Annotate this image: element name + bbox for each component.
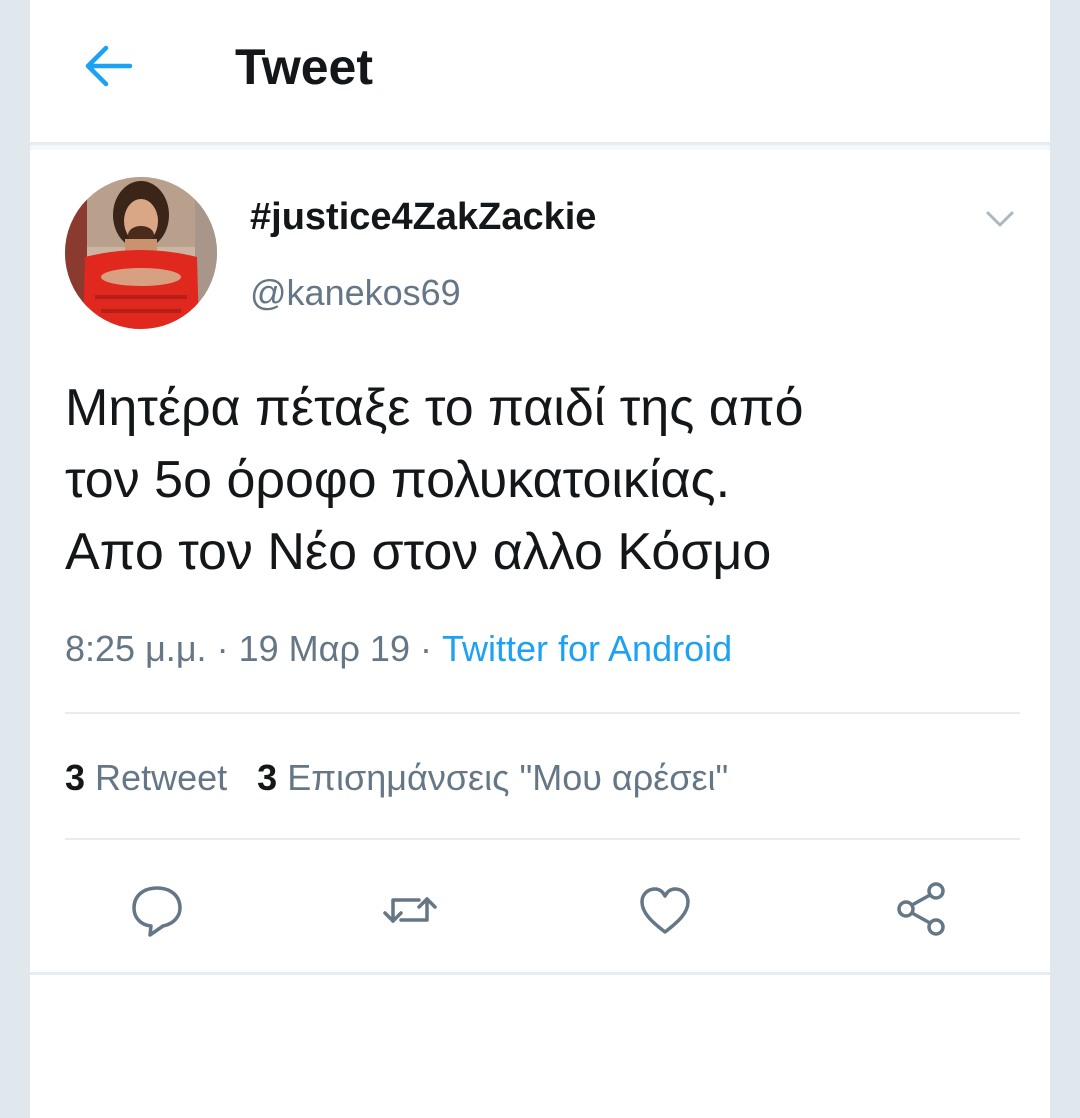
tweet-text-line: τον 5ο όροφο πολυκατοικίας.	[65, 451, 731, 509]
share-icon	[897, 882, 945, 936]
tweet-options-button[interactable]	[982, 205, 1018, 233]
share-button[interactable]	[886, 875, 956, 945]
divider	[65, 838, 1020, 840]
reply-icon	[132, 886, 182, 937]
back-button[interactable]	[82, 42, 134, 90]
avatar-image	[65, 177, 217, 329]
divider	[30, 972, 1050, 975]
meta-separator: ·	[419, 628, 432, 669]
tweet-date: 19 Μαρ 19	[238, 628, 410, 669]
retweet-icon	[383, 897, 437, 923]
divider	[65, 712, 1020, 714]
tweet-text: Μητέρα πέταξε το παιδί της από τον 5ο όρ…	[65, 372, 1025, 588]
like-icon	[640, 887, 690, 934]
header-shadow	[30, 145, 1050, 150]
retweets-count: 3	[65, 757, 86, 798]
tweet-text-line: Απο τον Νέο στον αλλο Κόσμο	[65, 523, 772, 581]
likes-count: 3	[257, 757, 278, 798]
like-button[interactable]	[630, 875, 700, 945]
page-title: Tweet	[235, 39, 373, 95]
reply-button[interactable]	[122, 875, 192, 945]
tweet-stats: 3 Retweet 3 Επισημάνσεις "Μου αρέσει"	[65, 757, 728, 799]
retweets-label: Retweet	[95, 757, 228, 798]
meta-separator: ·	[216, 628, 229, 669]
arrow-left-icon	[85, 45, 133, 87]
likes-label: Επισημάνσεις "Μου αρέσει"	[287, 757, 729, 798]
retweets-stat[interactable]: 3 Retweet	[65, 757, 227, 798]
author-handle[interactable]: @kanekos69	[250, 272, 461, 314]
author-display-name[interactable]: #justice4ZakZackie	[250, 196, 596, 239]
likes-stat[interactable]: 3 Επισημάνσεις "Μου αρέσει"	[257, 757, 728, 798]
retweet-button[interactable]	[375, 875, 445, 945]
chevron-down-icon	[986, 211, 1014, 227]
top-app-bar: Tweet	[30, 0, 1050, 145]
tweet-text-line: Μητέρα πέταξε το παιδί της από	[65, 379, 804, 437]
tweet-time: 8:25 μ.μ.	[65, 628, 207, 669]
avatar[interactable]	[65, 177, 217, 329]
tweet-source-link[interactable]: Twitter for Android	[442, 628, 732, 669]
tweet-detail-screen: Tweet #justice4ZakZackie @kanekos69 Μητέ…	[30, 0, 1050, 1118]
tweet-metadata: 8:25 μ.μ. · 19 Μαρ 19 · Twitter for Andr…	[65, 628, 732, 670]
tweet-actions-bar	[30, 875, 1050, 945]
